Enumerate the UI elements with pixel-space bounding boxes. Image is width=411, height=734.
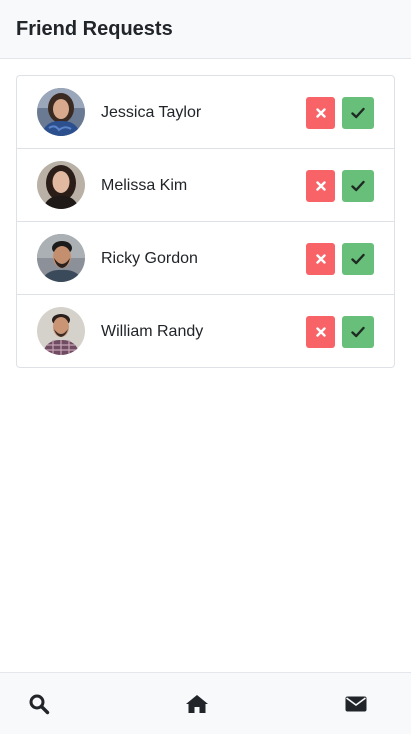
friend-request-item: Melissa Kim (17, 149, 394, 222)
avatar (37, 234, 85, 282)
accept-button[interactable] (342, 243, 374, 275)
check-icon (351, 326, 365, 338)
nav-messages-button[interactable] (344, 693, 368, 715)
friend-request-item: Jessica Taylor (17, 76, 394, 149)
avatar (37, 307, 85, 355)
decline-button[interactable] (306, 170, 335, 202)
nav-search-button[interactable] (27, 693, 51, 715)
friend-request-list: Jessica Taylor Melissa Kim Ricky Gordon … (16, 75, 395, 368)
decline-button[interactable] (306, 316, 335, 348)
avatar (37, 161, 85, 209)
friend-request-item: William Randy (17, 295, 394, 368)
requester-name: Ricky Gordon (101, 250, 198, 267)
accept-button[interactable] (342, 316, 374, 348)
requester-name: Melissa Kim (101, 177, 188, 194)
page-title: Friend Requests (16, 18, 173, 40)
app-header: Friend Requests (0, 0, 411, 59)
home-icon (186, 695, 208, 713)
requester-name: Jessica Taylor (101, 104, 202, 121)
times-icon (315, 327, 326, 337)
accept-button[interactable] (342, 170, 374, 202)
avatar (37, 88, 85, 136)
accept-button[interactable] (342, 97, 374, 129)
times-icon (315, 254, 326, 264)
check-icon (351, 107, 365, 119)
times-icon (315, 181, 326, 191)
envelope-icon (345, 696, 367, 712)
decline-button[interactable] (306, 97, 335, 129)
search-icon (29, 694, 50, 715)
bottom-nav-bar (0, 672, 411, 734)
nav-home-button[interactable] (185, 693, 209, 715)
requester-name: William Randy (101, 323, 204, 340)
friend-request-item: Ricky Gordon (17, 222, 394, 295)
check-icon (351, 253, 365, 265)
decline-button[interactable] (306, 243, 335, 275)
times-icon (315, 108, 326, 118)
check-icon (351, 180, 365, 192)
